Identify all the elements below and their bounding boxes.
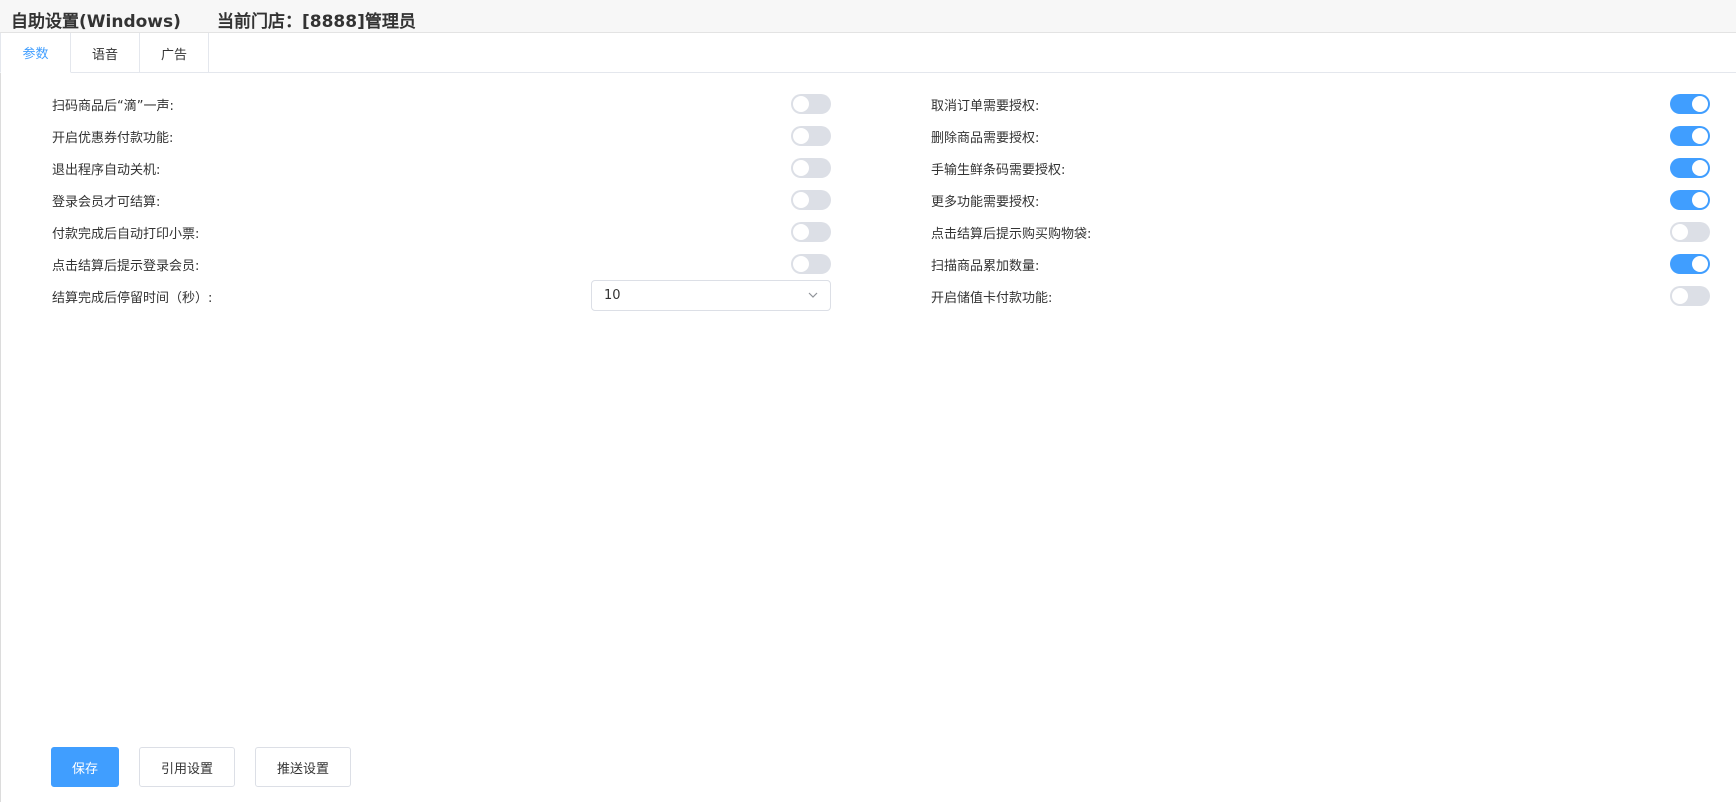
app-title: 自助设置(Windows) (11, 12, 181, 32)
setting-label: 删除商品需要授权: (931, 130, 1040, 146)
setting-label: 扫码商品后“滴”一声: (52, 98, 174, 114)
save-button[interactable]: 保存 (51, 747, 119, 787)
switch-knob (1692, 160, 1708, 176)
setting-label: 退出程序自动关机: (52, 162, 161, 178)
switch-knob (1692, 256, 1708, 272)
tab-voice[interactable]: 语音 (71, 33, 140, 73)
switch-knob (793, 256, 809, 272)
push-settings-button[interactable]: 推送设置 (255, 747, 351, 787)
toggle-auto-print[interactable] (791, 222, 831, 242)
select-value: 10 (604, 288, 621, 303)
chevron-down-icon (808, 292, 818, 298)
tab-ads[interactable]: 广告 (140, 33, 209, 73)
switch-knob (1672, 224, 1688, 240)
stay-time-select[interactable]: 10 (591, 280, 831, 311)
setting-label: 付款完成后自动打印小票: (52, 226, 200, 242)
switch-knob (793, 128, 809, 144)
switch-knob (793, 160, 809, 176)
toggle-auto-shutdown[interactable] (791, 158, 831, 178)
toggle-more-functions-auth[interactable] (1670, 190, 1710, 210)
setting-row: 开启优惠券付款功能: (52, 120, 173, 152)
setting-row: 登录会员才可结算: (52, 184, 160, 216)
setting-row: 扫码商品后“滴”一声: (52, 88, 174, 120)
setting-row: 点击结算后提示登录会员: (52, 248, 199, 280)
setting-row: 开启储值卡付款功能: (931, 280, 1052, 312)
setting-label: 开启储值卡付款功能: (931, 290, 1053, 306)
toggle-fresh-barcode-auth[interactable] (1670, 158, 1710, 178)
setting-row: 点击结算后提示购买购物袋: (931, 216, 1091, 248)
switch-knob (1672, 288, 1688, 304)
setting-label: 开启优惠券付款功能: (52, 130, 174, 146)
switch-knob (793, 224, 809, 240)
tab-params[interactable]: 参数 (0, 33, 71, 73)
toggle-delete-item-auth[interactable] (1670, 126, 1710, 146)
quote-settings-button[interactable]: 引用设置 (139, 747, 235, 787)
tab-bar: 参数 语音 广告 (0, 33, 1736, 73)
setting-row: 更多功能需要授权: (931, 184, 1039, 216)
setting-label: 点击结算后提示购买购物袋: (931, 226, 1092, 242)
setting-label: 手输生鲜条码需要授权: (931, 162, 1066, 178)
title-bar: 自助设置(Windows) 当前门店：[8888]管理员 (0, 0, 1736, 33)
setting-row: 退出程序自动关机: (52, 152, 160, 184)
setting-row: 结算完成后停留时间（秒）: (52, 280, 212, 312)
toggle-accumulate-qty[interactable] (1670, 254, 1710, 274)
toggle-stored-value-card[interactable] (1670, 286, 1710, 306)
setting-label: 更多功能需要授权: (931, 194, 1040, 210)
toggle-coupon-pay[interactable] (791, 126, 831, 146)
switch-knob (1692, 128, 1708, 144)
store-info: 当前门店：[8888]管理员 (217, 12, 416, 32)
setting-label: 点击结算后提示登录会员: (52, 258, 200, 274)
setting-label: 登录会员才可结算: (52, 194, 161, 210)
setting-row: 删除商品需要授权: (931, 120, 1039, 152)
toggle-prompt-login[interactable] (791, 254, 831, 274)
setting-row: 取消订单需要授权: (931, 88, 1039, 120)
setting-label: 取消订单需要授权: (931, 98, 1040, 114)
setting-label: 结算完成后停留时间（秒）: (52, 290, 213, 306)
switch-knob (1692, 96, 1708, 112)
setting-row: 手输生鲜条码需要授权: (931, 152, 1065, 184)
settings-panel: 扫码商品后“滴”一声: 开启优惠券付款功能: 退出程序自动关机: 登录会员才可结… (0, 73, 1736, 802)
toggle-cancel-order-auth[interactable] (1670, 94, 1710, 114)
toggle-member-checkout[interactable] (791, 190, 831, 210)
setting-row: 扫描商品累加数量: (931, 248, 1039, 280)
switch-knob (793, 96, 809, 112)
switch-knob (1692, 192, 1708, 208)
switch-knob (793, 192, 809, 208)
toggle-scan-beep[interactable] (791, 94, 831, 114)
toggle-prompt-bag[interactable] (1670, 222, 1710, 242)
setting-label: 扫描商品累加数量: (931, 258, 1040, 274)
setting-row: 付款完成后自动打印小票: (52, 216, 199, 248)
